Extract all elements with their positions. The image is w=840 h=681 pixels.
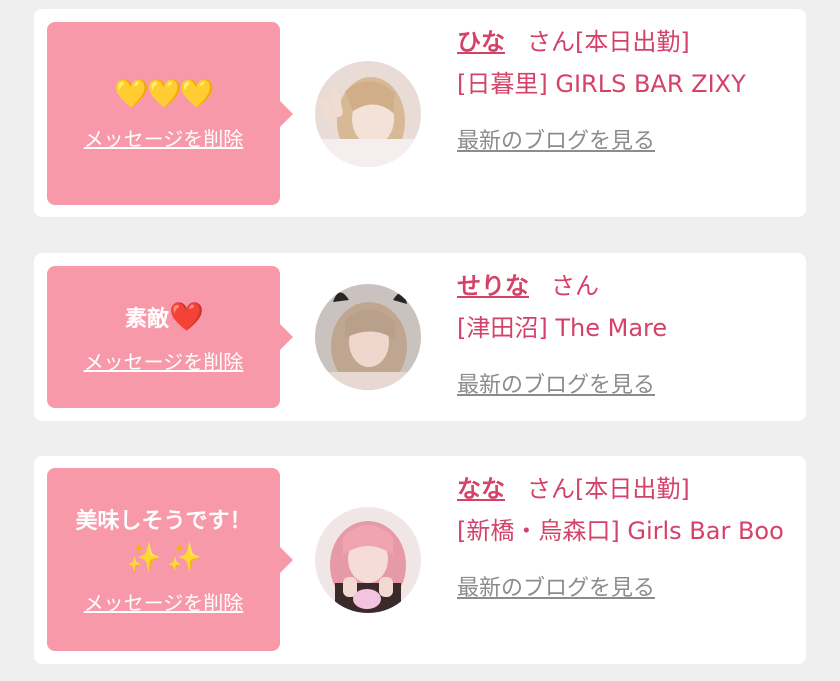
- delete-message-link[interactable]: メッセージを削除: [84, 587, 244, 616]
- message-text: 素敵❤️: [125, 299, 204, 338]
- woman-pink-hair-avatar-icon: [315, 507, 421, 613]
- message-bubble: 💛💛💛 メッセージを削除: [47, 22, 293, 205]
- shop-name: [新橋・烏森口] Girls Bar Boo: [457, 517, 784, 545]
- cast-name-link[interactable]: せりな: [457, 272, 529, 300]
- cast-name-link[interactable]: ひな: [457, 28, 505, 56]
- message-list: 💛💛💛 メッセージを削除 ひな さん[本日出勤] [日暮里] GIRLS BAR …: [0, 0, 840, 681]
- shop-name: [日暮里] GIRLS BAR ZIXY: [457, 70, 746, 98]
- message-body: 美味しそうです！: [75, 508, 252, 534]
- delete-message-link[interactable]: メッセージを削除: [84, 346, 244, 375]
- delete-message-link[interactable]: メッセージを削除: [84, 123, 244, 152]
- message-card: 素敵❤️ メッセージを削除 せりな さん [津田沼] The Mare 最新のブロ…: [34, 253, 806, 421]
- message-card: 美味しそうです！ ✨ ✨ メッセージを削除 なな さん[本日出勤] [新橋・烏森口…: [34, 456, 806, 664]
- message-body: 素敵: [125, 307, 170, 332]
- sparkles-icon: ✨ ✨: [126, 540, 202, 574]
- message-text: 美味しそうです！: [75, 504, 251, 540]
- message-bubble: 美味しそうです！ ✨ ✨ メッセージを削除: [47, 468, 293, 651]
- message-bubble: 素敵❤️ メッセージを削除: [47, 266, 293, 408]
- woman-bunny-ears-avatar-icon: [315, 284, 421, 390]
- message-card: 💛💛💛 メッセージを削除 ひな さん[本日出勤] [日暮里] GIRLS BAR …: [34, 9, 806, 217]
- red-heart-emoji: ❤️: [169, 300, 204, 333]
- avatar[interactable]: [315, 507, 421, 613]
- sparkles-emoji: ✨ ✨: [126, 540, 202, 579]
- cast-name-link[interactable]: なな: [457, 475, 505, 503]
- cast-info: ひな さん[本日出勤] [日暮里] GIRLS BAR ZIXY 最新のブログを見…: [457, 21, 787, 155]
- woman-peace-sign-avatar-icon: [315, 61, 421, 167]
- cast-info: せりな さん [津田沼] The Mare 最新のブログを見る: [457, 265, 787, 399]
- honorific: さん: [551, 272, 599, 300]
- latest-blog-link[interactable]: 最新のブログを見る: [457, 123, 655, 155]
- avatar[interactable]: [315, 284, 421, 390]
- heart-emoji: 💛💛💛: [114, 76, 215, 110]
- honorific: さん: [527, 475, 575, 503]
- attendance-status: [本日出勤]: [575, 475, 690, 503]
- honorific: さん: [527, 28, 575, 56]
- shop-name: [津田沼] The Mare: [457, 314, 668, 342]
- avatar[interactable]: [315, 61, 421, 167]
- message-text: 💛💛💛: [114, 76, 215, 115]
- attendance-status: [本日出勤]: [575, 28, 690, 56]
- latest-blog-link[interactable]: 最新のブログを見る: [457, 367, 655, 399]
- latest-blog-link[interactable]: 最新のブログを見る: [457, 570, 655, 602]
- cast-info: なな さん[本日出勤] [新橋・烏森口] Girls Bar Boo 最新のブログ…: [457, 468, 787, 602]
